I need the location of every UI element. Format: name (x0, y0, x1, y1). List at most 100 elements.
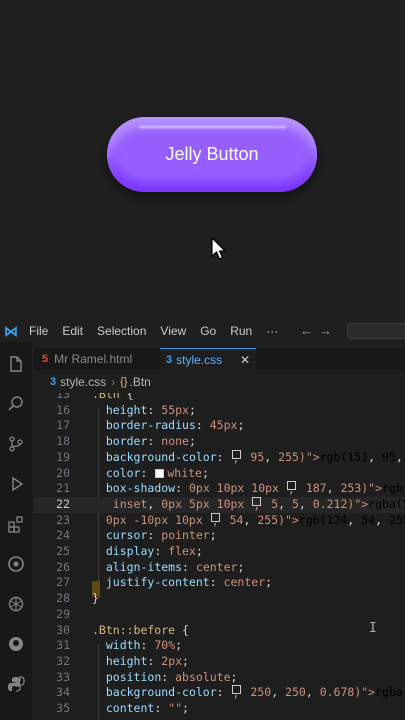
jelly-button[interactable]: Jelly Button (107, 117, 317, 192)
code-line[interactable]: 18 border: none; (34, 434, 405, 450)
code-line[interactable]: 26 align-items: center; (34, 560, 405, 576)
preview-area: Jelly Button (0, 0, 405, 322)
run-debug-icon[interactable] (6, 474, 26, 494)
code-text: 0px -10px 10px , 54, 255)">rgb(124, 54, … (92, 512, 405, 528)
menu-selection[interactable]: Selection (90, 324, 153, 338)
code-text: content: ""; (105, 701, 189, 715)
code-text: box-shadow: 0px 10px 10px , 187, 253)">r… (105, 481, 405, 497)
mouse-cursor-icon (211, 237, 227, 260)
code-text: display: flex; (105, 544, 203, 558)
code-line[interactable]: 31 width: 70%; (34, 638, 405, 654)
chevron-right-icon: › (111, 375, 116, 389)
code-text: } (92, 591, 99, 606)
code-line[interactable]: 29 (34, 607, 405, 623)
tab-mr-ramel-html[interactable]: 5 Mr Ramel.html (42, 348, 132, 370)
code-line[interactable]: 33 position: absolute; (34, 670, 405, 686)
html5-icon: 5 (42, 353, 49, 365)
code-text: align-items: center; (105, 559, 245, 574)
symbol-icon: {} (120, 376, 128, 388)
code-line[interactable]: 16 height: 55px; (34, 403, 405, 419)
code-line[interactable]: 21 box-shadow: 0px 10px 10px , 187, 253)… (34, 481, 405, 497)
menu-bar: ⋈ File Edit Selection View Go Run ··· ←→ (0, 322, 405, 340)
code-line[interactable]: 23 0px -10px 10px , 54, 255)">rgb(124, 5… (34, 512, 405, 529)
css3-icon: 3 (166, 353, 173, 366)
edge-tools-icon[interactable] (6, 554, 26, 574)
code-line[interactable]: 34 background-color: , 250, 250, 0.678)"… (34, 685, 405, 701)
vscode-logo-icon: ⋈ (4, 322, 18, 339)
menu-file[interactable]: File (22, 324, 55, 338)
breadcrumb-symbol[interactable]: .Btn (130, 375, 151, 389)
code-line[interactable]: 30 .Btn::before { (34, 623, 405, 639)
github-icon[interactable] (6, 634, 26, 654)
color-swatch[interactable]: , (210, 512, 220, 528)
code-area[interactable]: I 13 .Btn {16 height: 55px; 17 border-radi… (34, 393, 405, 720)
menu-run[interactable]: Run (223, 324, 259, 338)
menu-go[interactable]: Go (193, 324, 223, 338)
activity-bar (0, 342, 32, 720)
code-text: justify-content: center; (105, 575, 273, 590)
editor-tabs: 5 Mr Ramel.html 3 style.css ✕ (34, 348, 405, 370)
code-line[interactable]: 24 cursor: pointer; (34, 528, 405, 544)
line-number: 31 (56, 638, 70, 653)
breadcrumb-file[interactable]: style.css (60, 375, 106, 389)
menu-edit[interactable]: Edit (55, 324, 90, 338)
color-swatch[interactable]: , (231, 685, 241, 700)
explorer-icon[interactable] (6, 354, 26, 374)
code-line[interactable]: 22 inset, 0px 5px 10px , 5, 5, 0.212)">r… (34, 496, 405, 513)
line-number: 24 (56, 528, 70, 543)
code-text: background-color: , 95, 255)">rgb(151, 9… (105, 449, 403, 465)
code-line[interactable]: 35 content: ""; (34, 701, 405, 717)
code-text: .Btn { (92, 393, 134, 401)
code-line[interactable]: 28} (34, 591, 405, 607)
code-line[interactable]: 13 .Btn { (34, 393, 405, 403)
extensions-icon[interactable] (6, 514, 26, 534)
chatgpt-icon[interactable] (6, 594, 26, 614)
source-control-icon[interactable] (6, 434, 26, 454)
line-number: 23 (56, 512, 70, 527)
code-text: border-radius: 45px; (105, 418, 245, 433)
forward-arrow-icon[interactable]: → (319, 323, 338, 338)
line-number: 17 (56, 418, 70, 433)
close-icon[interactable]: ✕ (240, 353, 250, 367)
color-swatch[interactable]: , (231, 449, 241, 465)
back-arrow-icon[interactable]: ← (300, 323, 319, 338)
code-text: color: white; (105, 465, 209, 480)
color-swatch[interactable]: , (252, 496, 262, 512)
line-number: 30 (56, 622, 70, 637)
line-number: 21 (56, 481, 70, 496)
line-number: 20 (56, 465, 70, 480)
tab-label: style.css (176, 352, 223, 367)
line-number: 25 (56, 544, 70, 558)
code-text: inset, 0px 5px 10px , 5, 5, 0.212)">rgba… (92, 496, 405, 512)
line-number: 18 (56, 434, 70, 449)
search-icon[interactable] (6, 394, 26, 414)
code-line[interactable]: 20 color: white; (34, 466, 405, 482)
line-number: 19 (56, 449, 70, 464)
code-line[interactable]: 19 background-color: , 95, 255)">rgb(151… (34, 449, 405, 466)
nav-arrows: ←→ (300, 323, 338, 338)
color-swatch[interactable]: , (286, 481, 296, 496)
line-number: 35 (56, 701, 70, 715)
code-text: cursor: pointer; (105, 528, 217, 543)
menu-view[interactable]: View (153, 324, 193, 338)
line-number: 26 (56, 559, 70, 574)
code-line[interactable]: 17 border-radius: 45px; (34, 418, 405, 434)
line-number: 27 (56, 575, 70, 590)
line-number: 33 (56, 669, 70, 684)
code-text: width: 70%; (105, 638, 183, 653)
command-center-search[interactable] (347, 323, 405, 339)
code-editor: ⋈ File Edit Selection View Go Run ··· ←→ (0, 322, 405, 720)
tab-label: Mr Ramel.html (54, 352, 133, 366)
code-line[interactable]: 27 justify-content: center; (34, 575, 405, 591)
code-text: background-color: , 250, 250, 0.678)">rg… (105, 685, 405, 701)
python-icon[interactable] (6, 674, 26, 694)
code-text: border: none; (105, 434, 196, 449)
code-line[interactable]: 25 display: flex; (34, 544, 405, 560)
line-number: 32 (56, 653, 70, 668)
code-line[interactable]: 32 height: 2px; (34, 654, 405, 670)
line-number: 28 (56, 591, 70, 606)
tab-style-css[interactable]: 3 style.css ✕ (160, 348, 256, 370)
line-number: 22 (56, 496, 70, 511)
color-swatch[interactable] (155, 468, 165, 478)
menu-more[interactable]: ··· (259, 324, 285, 338)
